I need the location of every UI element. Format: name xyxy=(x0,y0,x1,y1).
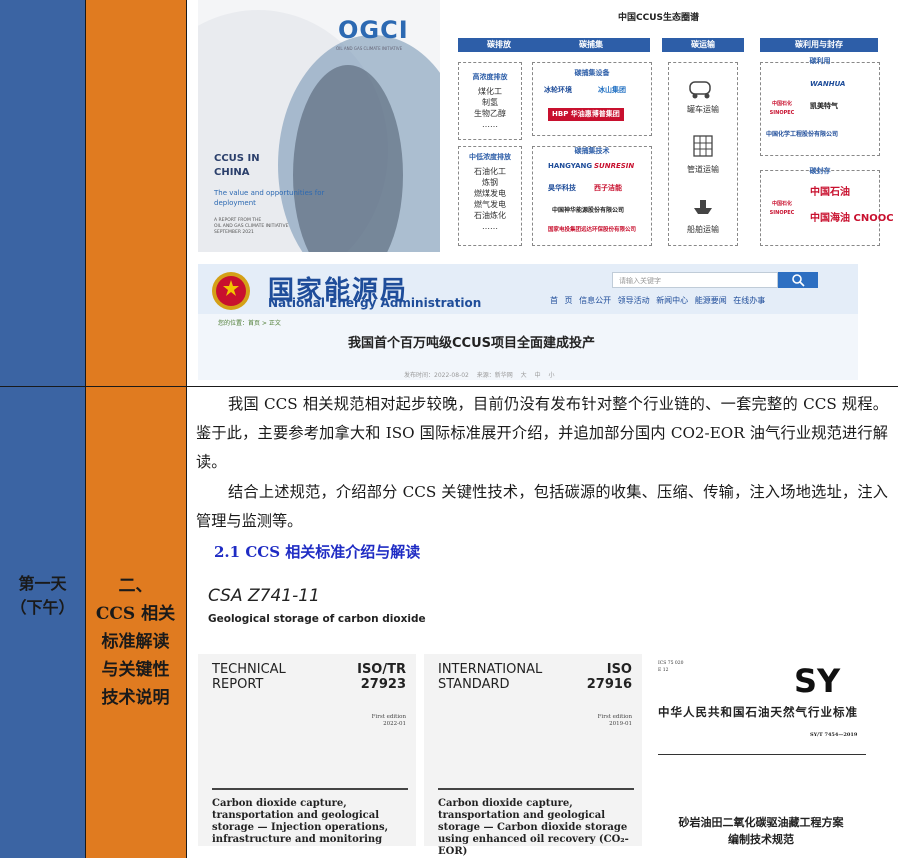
section-heading: 2.1 CCS 相关标准介绍与解读 xyxy=(214,543,421,561)
capture-equipment-label: 碳捕集设备 xyxy=(574,69,610,77)
tank-truck-icon xyxy=(689,81,711,99)
divider xyxy=(212,788,408,790)
day-label: 第一天 （下午） xyxy=(0,572,85,620)
logo-sunresin: SUNRESIN xyxy=(594,162,635,170)
csa-standard-code: CSA Z741-11 xyxy=(208,586,320,606)
day-text: 第一天 xyxy=(18,574,67,593)
header-emission: 碳排放 xyxy=(458,38,540,52)
doc-type: INTERNATIONAL STANDARD xyxy=(438,662,543,692)
storage-label: 碳封存 xyxy=(809,167,831,175)
capture-tech-label: 碳捕集技术 xyxy=(574,147,610,155)
divider xyxy=(658,754,866,755)
topic-line: 与关键性 xyxy=(101,660,170,680)
iso-27916-cover: INTERNATIONAL STANDARD ISO 27916 First edi… xyxy=(424,654,642,857)
high-concentration-list: 煤化工 制氢 生物乙醇 …… xyxy=(474,87,506,129)
logo-wanhua: WANHUA xyxy=(810,80,846,88)
logo-shenhua: 中国神华能源股份有限公司 xyxy=(552,207,625,214)
header-transport: 碳运输 xyxy=(662,38,744,52)
utilization-label: 碳利用 xyxy=(809,57,831,65)
nav-home[interactable]: 首 页 xyxy=(550,296,573,305)
logo-hbp: HBP 华油惠博普集团 xyxy=(548,108,624,121)
low-concentration-list: 石油化工 炼钢 燃煤发电 燃气发电 石油炼化 …… xyxy=(474,167,506,231)
day-column xyxy=(0,0,85,858)
logo-sinopec-storage: 中国石化 SINOPEC xyxy=(769,201,795,216)
nav-news[interactable]: 新闻中心 xyxy=(656,296,688,305)
column-divider xyxy=(85,0,86,858)
sy-standard-cover: ICS 75 020 E 12 SY 中华人民共和国石油天然气行业标准 SY/T … xyxy=(654,654,876,848)
logo-xizi: 西子洁能 xyxy=(594,184,622,192)
nea-nav: 首 页 信息公开 领导活动 新闻中心 能源要闻 在线办事 xyxy=(550,295,765,306)
transport-ship-label: 船舶运输 xyxy=(687,225,719,234)
topic-line: CCS 相关 xyxy=(95,604,176,624)
national-emblem-icon xyxy=(212,272,250,310)
logo-hangyang: HANGYANG xyxy=(548,162,593,170)
doc-number: ISO 27916 xyxy=(586,662,632,692)
transport-truck-label: 罐车运输 xyxy=(687,105,719,114)
sy-logo: SY xyxy=(794,662,841,700)
doc-number: ISO/TR 27923 xyxy=(357,662,406,692)
column-divider xyxy=(186,0,187,858)
header-capture: 碳捕集 xyxy=(532,38,650,52)
sy-code: SY/T 7454—2019 xyxy=(810,732,858,738)
search-input[interactable]: 请输入关键字 xyxy=(612,272,778,288)
logo-cnooc: 中国海油 CNOOC xyxy=(810,213,894,224)
ogci-logo-text: OGCI xyxy=(338,16,409,44)
doc-title: Carbon dioxide capture, transportation a… xyxy=(212,798,389,845)
ecosystem-title: 中国CCUS生态圈谱 xyxy=(618,13,700,23)
sy-organization: 中华人民共和国石油天然气行业标准 xyxy=(658,705,858,719)
nav-online-service[interactable]: 在线办事 xyxy=(733,296,765,305)
report-title: CCUS IN CHINA xyxy=(214,153,260,178)
nav-info[interactable]: 信息公开 xyxy=(579,296,611,305)
ics-code: ICS 75 020 E 12 xyxy=(658,661,684,673)
ship-icon xyxy=(694,200,712,214)
transport-pipeline-label: 管道运输 xyxy=(687,165,719,174)
header-utilization-storage: 碳利用与封存 xyxy=(760,38,878,52)
doc-edition: First edition 2019-01 xyxy=(597,714,632,727)
doc-title: Carbon dioxide capture, transportation a… xyxy=(438,798,629,857)
nea-title-en: National Energy Administration xyxy=(268,296,482,310)
logo-kaimeite: 凯美特气 xyxy=(810,102,838,110)
pipeline-icon xyxy=(693,135,713,157)
doc-type: TECHNICAL REPORT xyxy=(212,662,286,692)
logo-spic-yuanda: 国家电投集团远达环保股份有限公司 xyxy=(548,227,637,233)
techniques-paragraph: 结合上述规范，介绍部分 CCS 关键性技术，包括碳源的收集、压缩、传输，注入场地… xyxy=(196,483,888,530)
topic-column xyxy=(85,0,186,858)
logo-chemical-engineering: 中国化学工程股份有限公司 xyxy=(766,131,839,138)
article-meta: 发布时间：2022-08-02 来源：新华网 大 中 小 xyxy=(404,372,555,379)
iso-tr-27923-cover: TECHNICAL REPORT ISO/TR 27923 First editio… xyxy=(198,654,416,846)
high-concentration-label: 高浓度排放 xyxy=(472,73,508,81)
csa-standard-title: Geological storage of carbon dioxide xyxy=(208,613,426,625)
sy-title: 砂岩油田二氧化碳驱油藏工程方案 编制技术规范 xyxy=(678,816,844,846)
nav-leaders[interactable]: 领导活动 xyxy=(618,296,650,305)
document-page: 第一天 （下午） 二、 CCS 相关 标准解读 与关键性 技术说明 OGCI O… xyxy=(0,0,898,858)
nav-energy-news[interactable]: 能源要闻 xyxy=(695,296,727,305)
search-button[interactable] xyxy=(778,272,818,288)
ogci-logo-subtext: OIL AND GAS CLIMATE INITIATIVE xyxy=(336,46,403,51)
article-title: 我国首个百万吨级CCUS项目全面建成投产 xyxy=(348,336,596,351)
low-concentration-label: 中低浓度排放 xyxy=(469,153,511,161)
search-icon xyxy=(792,274,805,287)
topic-line: 技术说明 xyxy=(101,688,170,708)
logo-haohua: 昊华科技 xyxy=(548,184,576,192)
logo-petrochina: 中国石油 xyxy=(810,187,850,198)
logo-sinopec: 中国石化 SINOPEC xyxy=(769,101,795,116)
breadcrumb: 您的位置：首页 > 正文 xyxy=(218,320,281,327)
report-subtitle: The value and opportunities for deployme… xyxy=(214,189,325,207)
intro-paragraph: 我国 CCS 相关规范相对起步较晚，目前仍没有发布针对整个行业链的、一套完整的 … xyxy=(196,395,888,471)
ogci-report-cover: OGCI OIL AND GAS CLIMATE INITIATIVE CCUS… xyxy=(198,0,440,252)
logo-binglun: 冰轮环境 xyxy=(544,86,572,94)
doc-edition: First edition 2022-01 xyxy=(371,714,406,727)
topic-number: 二、 xyxy=(118,576,153,596)
nea-website-screenshot: 国家能源局 National Energy Administration 请输入… xyxy=(198,264,858,380)
topic-label: 二、 CCS 相关 标准解读 与关键性 技术说明 xyxy=(85,572,186,712)
row-divider xyxy=(0,386,898,387)
divider xyxy=(438,788,634,790)
logo-bingshan: 冰山集团 xyxy=(598,86,626,94)
period-text: （下午） xyxy=(10,598,75,617)
topic-line: 标准解读 xyxy=(101,632,170,652)
report-footnote: A REPORT FROM THE OIL AND GAS CLIMATE IN… xyxy=(214,218,289,235)
ccus-ecosystem-map: 中国CCUS生态圈谱 碳排放 碳捕集 碳运输 碳利用与封存 高浓度排放 煤化工 … xyxy=(448,0,894,252)
